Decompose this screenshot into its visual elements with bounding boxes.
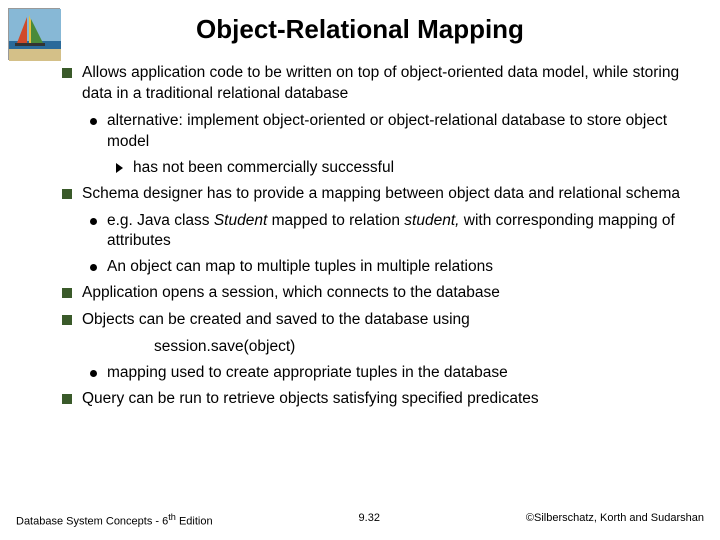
bullet-text: Objects can be created and saved to the …: [82, 310, 470, 331]
footer-left: Database System Concepts - 6th Edition: [16, 512, 213, 528]
square-bullet-icon: [62, 189, 72, 199]
square-bullet-icon: [62, 288, 72, 298]
dot-bullet-icon: [90, 118, 97, 125]
bullet-text: mapping used to create appropriate tuple…: [107, 363, 508, 384]
dot-bullet-icon: [90, 370, 97, 377]
bullet-l1: Objects can be created and saved to the …: [62, 310, 680, 331]
code-text: session.save(object): [154, 337, 680, 358]
slide-content: Allows application code to be written on…: [0, 63, 720, 410]
logo-image: [8, 8, 60, 60]
bullet-l2: mapping used to create appropriate tuple…: [90, 363, 680, 384]
slide-title: Object-Relational Mapping: [0, 0, 720, 63]
bullet-text: has not been commercially successful: [133, 158, 394, 179]
bullet-l2: An object can map to multiple tuples in …: [90, 257, 680, 278]
square-bullet-icon: [62, 394, 72, 404]
bullet-text: e.g. Java class Student mapped to relati…: [107, 211, 680, 253]
bullet-text: Application opens a session, which conne…: [82, 283, 500, 304]
bullet-l2: alternative: implement object-oriented o…: [90, 111, 680, 153]
bullet-text: Allows application code to be written on…: [82, 63, 680, 105]
bullet-text: An object can map to multiple tuples in …: [107, 257, 493, 278]
bullet-l1: Allows application code to be written on…: [62, 63, 680, 105]
bullet-text: Schema designer has to provide a mapping…: [82, 184, 680, 205]
bullet-l3: has not been commercially successful: [116, 158, 680, 179]
footer-right: ©Silberschatz, Korth and Sudarshan: [526, 512, 704, 528]
bullet-text: alternative: implement object-oriented o…: [107, 111, 680, 153]
bullet-l1: Query can be run to retrieve objects sat…: [62, 389, 680, 410]
dot-bullet-icon: [90, 218, 97, 225]
bullet-l1: Application opens a session, which conne…: [62, 283, 680, 304]
square-bullet-icon: [62, 315, 72, 325]
bullet-l1: Schema designer has to provide a mapping…: [62, 184, 680, 205]
bullet-l2: e.g. Java class Student mapped to relati…: [90, 211, 680, 253]
bullet-text: Query can be run to retrieve objects sat…: [82, 389, 539, 410]
footer-center: 9.32: [359, 512, 380, 528]
square-bullet-icon: [62, 68, 72, 78]
dot-bullet-icon: [90, 264, 97, 271]
triangle-bullet-icon: [116, 163, 123, 173]
slide-footer: Database System Concepts - 6th Edition 9…: [0, 512, 720, 528]
